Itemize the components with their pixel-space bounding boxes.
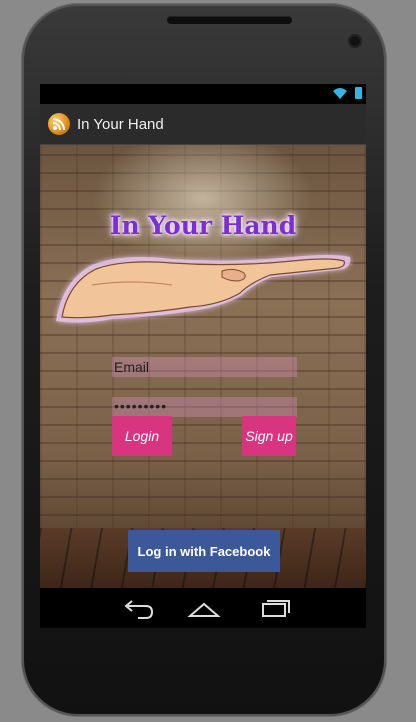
phone-screen: In Your Hand In Your Hand Email ••••••••… xyxy=(40,84,366,628)
status-bar xyxy=(40,84,366,104)
rss-feed-icon[interactable] xyxy=(48,113,70,135)
facebook-login-button[interactable]: Log in with Facebook xyxy=(128,530,280,572)
navigation-bar xyxy=(40,588,366,628)
signup-button[interactable]: Sign up xyxy=(242,416,296,456)
earpiece-speaker xyxy=(167,16,292,24)
back-icon[interactable] xyxy=(118,596,158,620)
login-button[interactable]: Login xyxy=(112,416,172,456)
app-title: In Your Hand xyxy=(77,115,164,133)
wifi-icon xyxy=(333,88,347,99)
action-bar: In Your Hand xyxy=(40,104,366,145)
recent-apps-icon[interactable] xyxy=(254,596,294,620)
logo-title: In Your Hand xyxy=(109,211,297,240)
battery-icon xyxy=(355,87,362,99)
front-camera xyxy=(348,34,362,48)
password-field[interactable]: ••••••••• xyxy=(112,397,297,417)
home-icon[interactable] xyxy=(184,596,224,620)
login-screen: In Your Hand Email ••••••••• Login Sign … xyxy=(40,145,366,588)
email-field[interactable]: Email xyxy=(112,357,297,377)
hand-illustration xyxy=(56,255,351,323)
